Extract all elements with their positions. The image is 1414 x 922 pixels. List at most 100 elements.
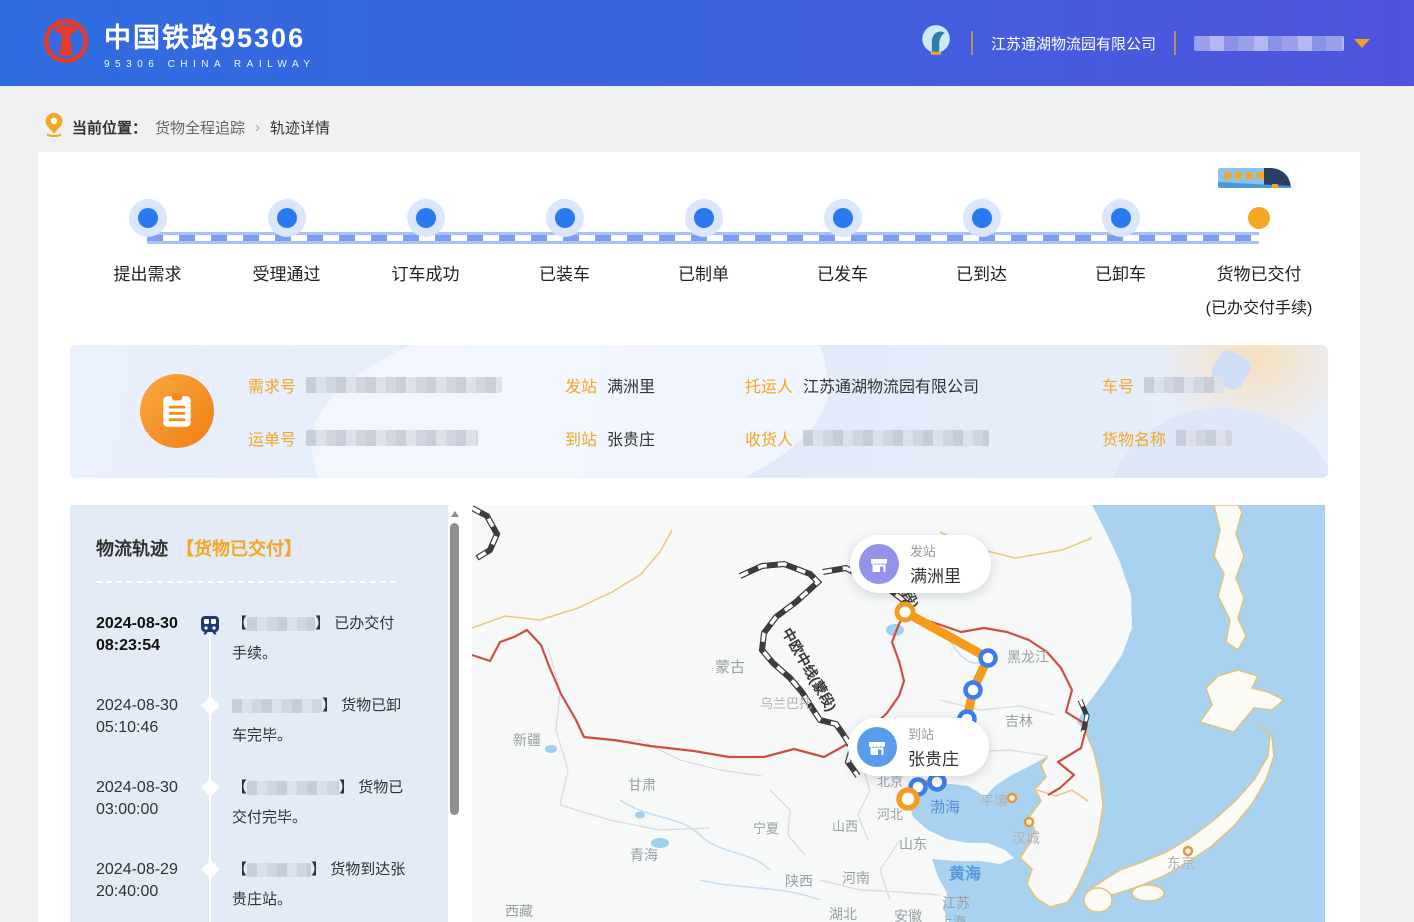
step-demand: 提出需求 [78,182,217,318]
map-region-label: 陕西 [785,871,813,891]
route-map[interactable]: 中欧中线(蒙段) (蒙段) 蒙古 乌兰巴托 新疆 甘肃 [472,505,1325,922]
trail-entry-text: 【】 货物到达张贵庄站。 [232,855,408,915]
header-right: 江苏通湖物流园有限公司 [917,0,1370,86]
china-railway-logo-icon [42,17,90,70]
station-icon [859,544,899,584]
app-header: 中国铁路95306 95306 CHINA RAILWAY 江苏通湖物流园有限公… [0,0,1414,86]
redacted-value [247,781,339,795]
diamond-marker-icon [192,778,228,794]
diamond-marker-icon [192,860,228,876]
destination-station-name: 张贵庄 [908,745,959,770]
logistics-trail-panel: 物流轨迹 【货物已交付】 2024-08-30 08:23:54 [70,505,448,922]
map-region-label: 江苏 [942,893,970,913]
progress-steps: 提出需求 受理通过 订车成功 已装车 已制单 已发车 [70,182,1328,347]
redacted-value [232,699,322,713]
trail-entry-text: 【】 已办交付手续。 [232,609,408,669]
step-departed: 已发车 [773,182,912,318]
map-region-label: 新疆 [513,730,541,750]
map-region-label: 宁夏 [753,818,779,837]
map-city-label: 汉城 [1012,828,1040,848]
brand: 中国铁路95306 95306 CHINA RAILWAY [42,16,316,70]
scrollbar-up-arrow-icon[interactable] [451,511,459,517]
train-marker-icon [192,614,228,636]
redacted-value [247,863,311,877]
trail-entry: 2024-08-30 05:10:46 】 货物已卸车完毕。 [96,695,448,777]
step-loaded: 已装车 [495,182,634,318]
map-region-label: 西藏 [505,901,533,921]
dashed-divider [96,581,396,583]
map-region-label: 山西 [832,816,858,835]
destination-type-label: 到站 [908,724,959,743]
step-accepted: 受理通过 [217,182,356,318]
origin-type-label: 发站 [910,541,961,560]
station-icon [857,727,897,767]
trail-status-badge: 【货物已交付】 [176,535,302,561]
breadcrumb-label: 当前位置： [72,117,147,138]
breadcrumb: 当前位置： 货物全程追踪 › 轨迹详情 [44,112,330,143]
trail-entry: 2024-08-29 20:40:00 【】 货物到达张贵庄站。 [96,859,448,922]
brand-title: 中国铁路95306 [104,16,316,55]
map-region-label: 青海 [630,845,658,865]
breadcrumb-parent-link[interactable]: 货物全程追踪 [155,117,245,138]
destination-station-bubble: 到站 张贵庄 [848,718,989,776]
map-sea-label: 渤海 [930,796,960,817]
origin-station-bubble: 发站 满洲里 [850,535,991,593]
redacted-value [306,430,478,446]
map-city-label: 东京 [1167,853,1195,873]
redacted-value [1144,377,1224,393]
step-unloaded: 已卸车 [1051,182,1190,318]
map-region-label: 湖北 [829,904,857,922]
step-arrived: 已到达 [912,182,1051,318]
map-region-label: 上海 [940,911,966,922]
origin-station-name: 满洲里 [910,562,961,587]
chevron-down-icon[interactable] [1354,39,1370,48]
map-region-label: 安徽 [894,906,922,922]
header-divider [971,31,973,55]
map-region-label: 河北 [877,804,903,823]
breadcrumb-separator: › [255,119,260,136]
map-region-label: 吉林 [1005,711,1033,731]
shipment-info-card: 需求号 发站 满洲里 托运人 江苏通湖物流园有限公司 车号 运单号 到站 张贵 [70,345,1328,478]
brand-text: 中国铁路95306 95306 CHINA RAILWAY [104,16,316,70]
field-origin-station: 发站 满洲里 [565,373,745,397]
map-region-label: 蒙古 [715,656,745,677]
field-cargo-name: 货物名称 [1102,426,1314,450]
map-region-label: 山东 [899,834,927,854]
field-shipper: 托运人 江苏通湖物流园有限公司 [745,373,1102,397]
main-content-card: 提出需求 受理通过 订车成功 已装车 已制单 已发车 [38,152,1360,922]
page-root: { "header": { "brand_title": "中国铁路95306"… [0,0,1414,922]
field-demand-no: 需求号 [248,373,565,397]
map-region-label: 黑龙江 [1007,647,1049,667]
breadcrumb-current: 轨迹详情 [270,117,330,138]
diamond-marker-icon [192,696,228,712]
step-booked: 订车成功 [356,182,495,318]
field-destination-station: 到站 张贵庄 [565,426,745,450]
user-menu[interactable] [1194,36,1370,51]
redacted-value [803,430,989,446]
header-company-name[interactable]: 江苏通湖物流园有限公司 [991,33,1156,54]
field-waybill-no: 运单号 [248,426,565,450]
trail-entries: 2024-08-30 08:23:54 【】 已办交付手续。 [96,613,448,922]
scrollbar-thumb[interactable] [450,523,459,815]
brand-subtitle: 95306 CHINA RAILWAY [104,59,316,70]
step-delivered: 货物已交付 (已办交付手续) [1190,182,1328,318]
redacted-value [306,377,502,393]
trail-entry-text: 【】 货物已交付完毕。 [232,773,408,833]
trail-scrollbar[interactable] [448,505,462,922]
map-region-label: 甘肃 [628,775,656,795]
shipment-fields: 需求号 发站 满洲里 托运人 江苏通湖物流园有限公司 车号 运单号 到站 张贵 [248,345,1314,478]
username-redacted [1194,36,1344,51]
map-city-label: 平壤 [980,791,1008,811]
location-pin-icon [44,112,64,143]
trail-entry-text: 】 货物已卸车完毕。 [232,691,408,751]
trail-entry: 2024-08-30 08:23:54 【】 已办交付手续。 [96,613,448,695]
map-sea-label: 黄海 [949,860,981,884]
redacted-value [247,617,315,631]
field-consignee: 收货人 [745,426,1102,450]
header-divider [1174,31,1176,55]
notification-bell-icon[interactable] [917,23,953,64]
steps-row: 提出需求 受理通过 订车成功 已装车 已制单 已发车 [70,182,1328,318]
trail-title: 物流轨迹 [96,535,168,561]
map-region-label: 河南 [842,868,870,888]
step-documented: 已制单 [634,182,773,318]
